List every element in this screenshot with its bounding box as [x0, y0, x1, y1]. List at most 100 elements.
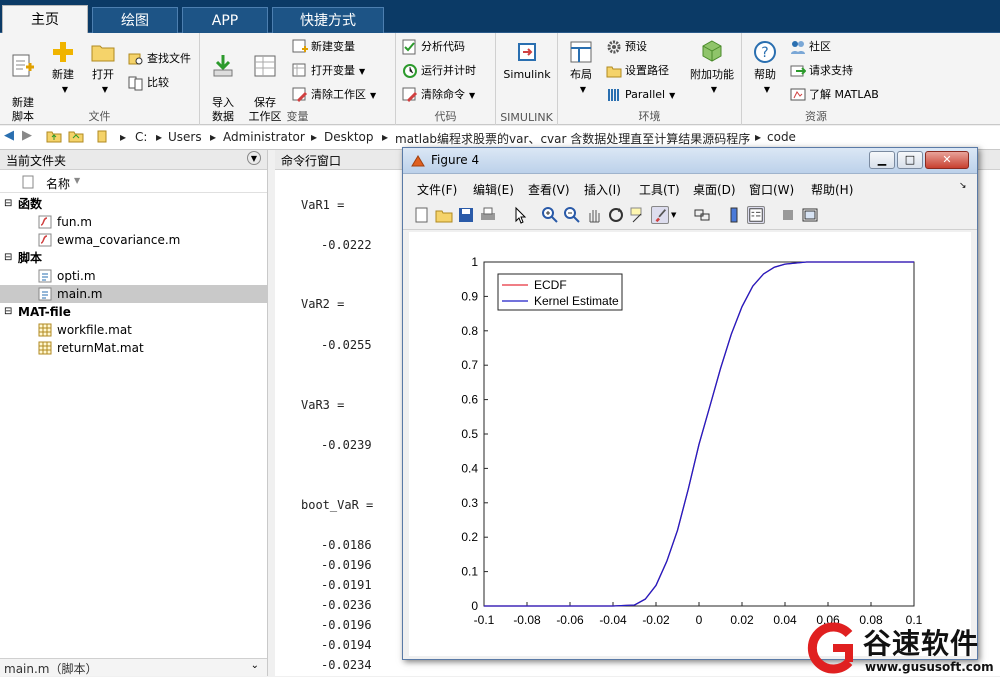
parallel-label: Parallel	[625, 88, 666, 101]
legend[interactable]: ECDF Kernel Estimate	[497, 273, 623, 311]
data-cursor-icon[interactable]	[629, 206, 647, 224]
close-button[interactable]: ✕	[925, 151, 969, 169]
resources-group: ? 帮助 ▼ 社区 请求支持 了解 MATLAB 资源	[742, 33, 890, 125]
menu-help[interactable]: 帮助(H)	[811, 181, 853, 198]
path-separator: ▸	[210, 130, 217, 144]
run-and-time-button[interactable]: 运行并计时	[402, 61, 476, 81]
breadcrumb-administrator[interactable]: Administrator	[223, 130, 305, 144]
pointer-icon[interactable]	[511, 206, 529, 224]
breadcrumb-drive[interactable]: C:	[135, 130, 147, 144]
new-figure-icon[interactable]	[413, 206, 431, 224]
zoom-in-icon[interactable]	[541, 206, 559, 224]
open-variable-button[interactable]: 打开变量 ▼	[292, 61, 365, 81]
figure-title-bar[interactable]: Figure 4 ▁ □ ✕	[403, 148, 977, 174]
minimize-button[interactable]: ▁	[869, 151, 895, 169]
new-variable-icon	[292, 39, 308, 53]
group-header-mat-files[interactable]: ⊟ MAT-file	[0, 303, 268, 321]
learn-matlab-button[interactable]: 了解 MATLAB	[790, 85, 879, 105]
plot-area[interactable]: -0.1 -0.08 -0.06 -0.04 -0.02 0 0.02 0.04 0.06 0.0…	[409, 232, 971, 656]
colorbar-icon[interactable]	[725, 206, 743, 224]
simulink-button[interactable]: Simulink	[500, 39, 554, 82]
legend-entry: Kernel Estimate	[534, 294, 619, 308]
menu-tools[interactable]: 工具(T)	[639, 181, 680, 198]
open-button[interactable]: 打开 ▼	[84, 39, 122, 97]
list-item[interactable]: ewma_covariance.m	[0, 231, 268, 249]
script-file-icon	[38, 269, 52, 283]
x-tick-label: -0.08	[513, 613, 541, 627]
open-file-icon[interactable]	[435, 206, 453, 224]
menu-window[interactable]: 窗口(W)	[749, 181, 794, 198]
x-tick-label: 0.04	[773, 613, 797, 627]
legend-icon[interactable]	[747, 206, 765, 224]
browse-folder-icon[interactable]	[68, 128, 84, 147]
link-icon[interactable]	[693, 206, 711, 224]
menu-view[interactable]: 查看(V)	[528, 181, 570, 198]
find-files-button[interactable]: 查找文件	[128, 49, 191, 69]
back-arrow-icon[interactable]: ◀	[4, 128, 14, 143]
preferences-button[interactable]: 预设	[606, 37, 647, 57]
tab-apps[interactable]: APP	[182, 7, 268, 33]
help-button[interactable]: ? 帮助 ▼	[746, 39, 784, 97]
maximize-button[interactable]: □	[897, 151, 923, 169]
addons-icon	[702, 40, 722, 62]
file-name: fun.m	[57, 215, 92, 229]
details-expand-icon[interactable]: ⌄	[251, 660, 259, 671]
community-button[interactable]: 社区	[790, 37, 831, 57]
parallel-button[interactable]: Parallel ▼	[606, 85, 675, 105]
clear-commands-button[interactable]: 清除命令 ▼	[402, 85, 475, 105]
clear-workspace-button[interactable]: 清除工作区 ▼	[292, 85, 376, 105]
column-header[interactable]: 名称 ▼	[0, 171, 267, 193]
list-item[interactable]: workfile.mat	[0, 321, 268, 339]
group-header-scripts[interactable]: ⊟ 脚本	[0, 249, 268, 267]
ecdf-chart[interactable]: -0.1 -0.08 -0.06 -0.04 -0.02 0 0.02 0.04 0.06 0.0…	[409, 232, 971, 656]
new-variable-button[interactable]: 新建变量	[292, 37, 355, 57]
breadcrumb-code[interactable]: code	[767, 130, 796, 144]
menu-insert[interactable]: 插入(I)	[584, 181, 621, 198]
root-folder-icon[interactable]	[96, 128, 112, 147]
compare-button[interactable]: 比较	[128, 73, 169, 93]
rotate-icon[interactable]	[607, 206, 625, 224]
breadcrumb-users[interactable]: Users	[168, 130, 202, 144]
brush-icon[interactable]	[651, 206, 669, 224]
output-value: -0.0196	[321, 558, 372, 572]
menu-overflow-icon[interactable]: ↘	[959, 181, 967, 191]
breadcrumb-desktop[interactable]: Desktop	[324, 130, 374, 144]
output-var-name: VaR1 =	[301, 198, 345, 212]
code-group-label: 代码	[434, 110, 457, 123]
learn-matlab-icon	[790, 88, 806, 101]
breadcrumb-project[interactable]: matlab编程求股票的var、cvar 含数据处理直至计算结果源码程序	[395, 130, 750, 147]
list-item[interactable]: returnMat.mat	[0, 339, 268, 357]
request-support-button[interactable]: 请求支持	[790, 61, 853, 81]
axes-box	[483, 261, 915, 607]
forward-arrow-icon[interactable]: ▶	[22, 128, 32, 143]
tab-plots[interactable]: 绘图	[92, 7, 178, 33]
list-item[interactable]: fun.m	[0, 213, 268, 231]
menu-edit[interactable]: 编辑(E)	[473, 181, 514, 198]
plus-icon	[53, 42, 73, 62]
group-header-functions[interactable]: ⊟ 函数	[0, 195, 268, 213]
menu-desktop[interactable]: 桌面(D)	[693, 181, 736, 198]
hide-axes-icon[interactable]	[779, 206, 797, 224]
print-icon[interactable]	[479, 206, 497, 224]
set-path-button[interactable]: 设置路径	[606, 61, 669, 81]
layout-button[interactable]: 布局 ▼	[562, 39, 600, 97]
brush-dropdown-icon[interactable]: ▼	[671, 206, 679, 224]
menu-file[interactable]: 文件(F)	[417, 181, 457, 198]
list-item[interactable]: opti.m	[0, 267, 268, 285]
pan-icon[interactable]	[585, 206, 603, 224]
show-axes-icon[interactable]	[801, 206, 819, 224]
compare-icon	[128, 76, 143, 91]
new-button[interactable]: 新建 ▼	[44, 39, 82, 97]
panel-menu-icon[interactable]: ▼	[247, 151, 261, 165]
watermark-url: www.gususoft.com	[865, 660, 994, 674]
tab-home[interactable]: 主页	[2, 5, 88, 34]
list-item-selected[interactable]: main.m	[0, 285, 268, 303]
save-icon[interactable]	[457, 206, 475, 224]
set-path-label: 设置路径	[625, 64, 669, 77]
folder-icon	[91, 45, 115, 62]
analyze-code-button[interactable]: 分析代码	[402, 37, 465, 57]
zoom-out-icon[interactable]	[563, 206, 581, 224]
tab-shortcuts[interactable]: 快捷方式	[272, 7, 384, 33]
addons-button[interactable]: 附加功能 ▼	[686, 39, 738, 97]
up-folder-icon[interactable]	[46, 128, 62, 147]
